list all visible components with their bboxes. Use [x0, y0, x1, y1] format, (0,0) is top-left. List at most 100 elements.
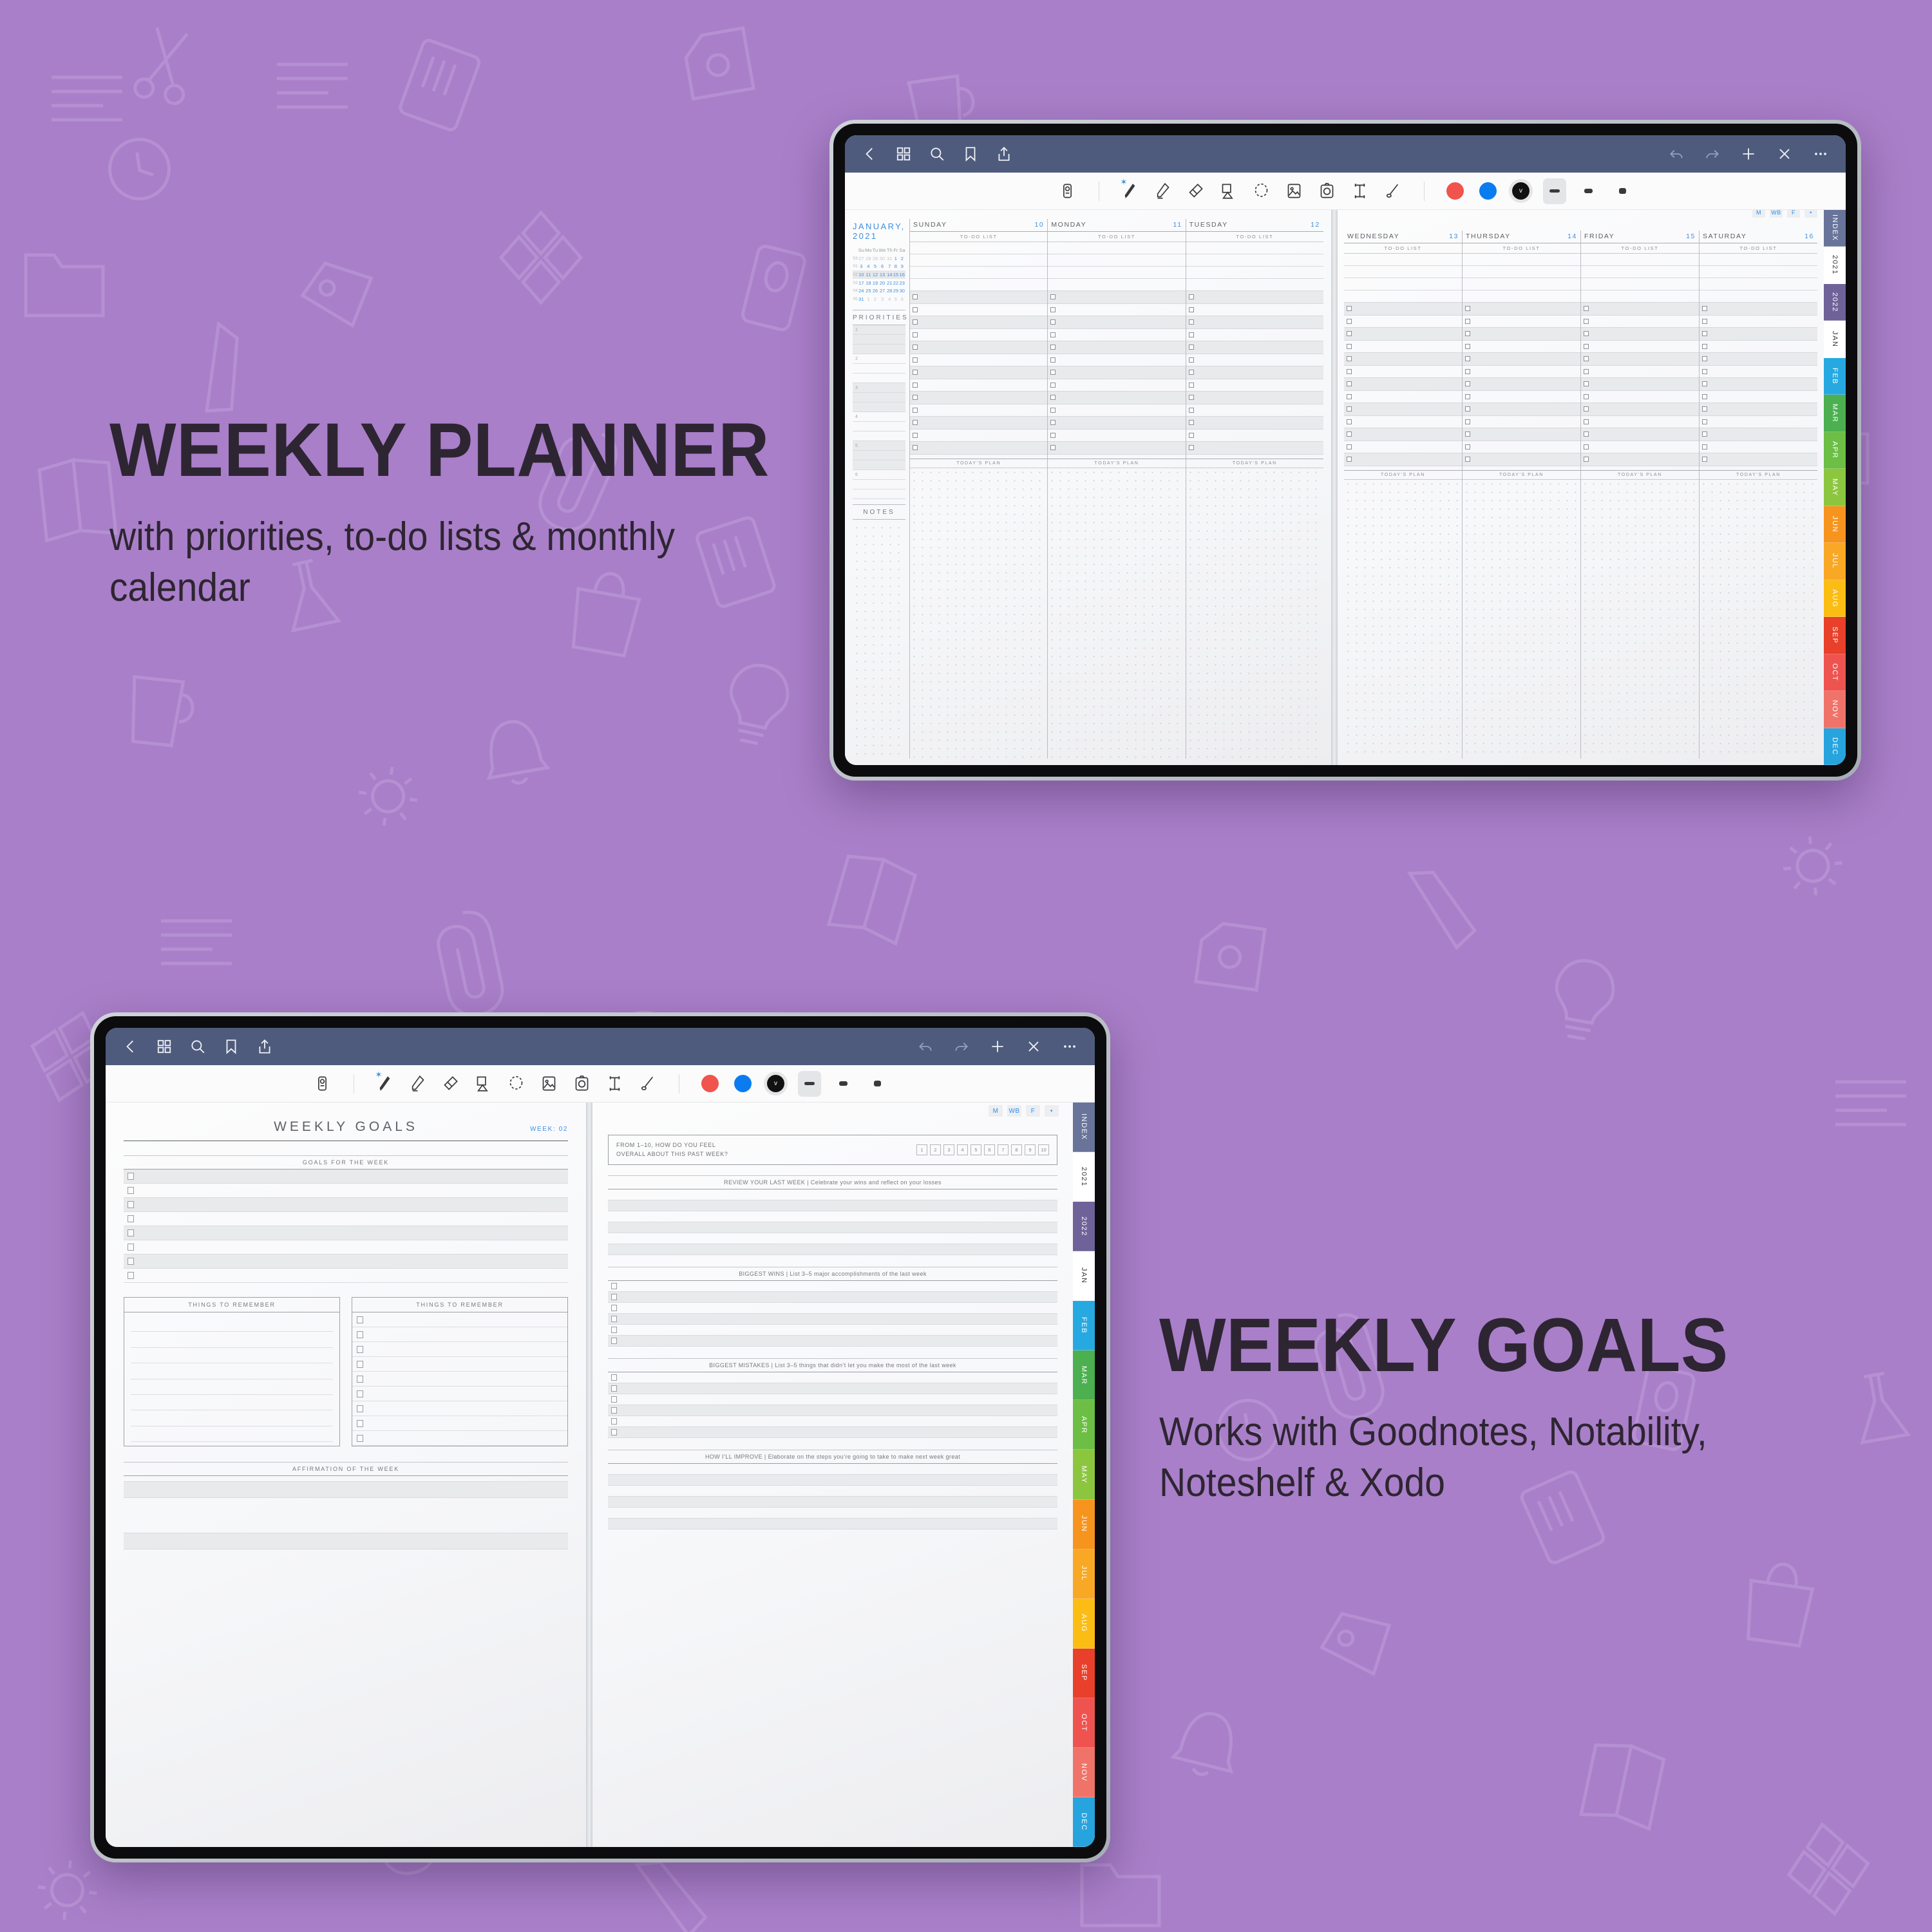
affirmation-row[interactable] — [124, 1507, 568, 1524]
checkbox-icon[interactable] — [1050, 382, 1056, 388]
todo-checkbox-row[interactable] — [1048, 316, 1186, 329]
priority-row-continued[interactable] — [853, 489, 905, 499]
checkbox-icon[interactable] — [1584, 444, 1589, 450]
shape-icon[interactable] — [473, 1071, 495, 1097]
back-icon[interactable] — [862, 146, 878, 162]
todo-checkbox-area[interactable] — [910, 291, 1048, 455]
calendar-day[interactable]: 4 — [864, 263, 872, 271]
checkbox-icon[interactable] — [611, 1327, 617, 1333]
todo-checkbox-area[interactable] — [1186, 291, 1323, 455]
checkbox-icon[interactable] — [1702, 356, 1707, 362]
calendar-day[interactable]: 13 — [878, 270, 887, 279]
todo-checkbox-row[interactable] — [910, 291, 1048, 304]
checkbox-icon[interactable] — [1050, 445, 1056, 451]
todo-line[interactable] — [1048, 267, 1186, 279]
checkbox-icon[interactable] — [1702, 306, 1707, 312]
todo-checkbox-row[interactable] — [1581, 441, 1699, 453]
checkbox-icon[interactable] — [611, 1429, 617, 1435]
todo-checkbox-row[interactable] — [1048, 354, 1186, 366]
calendar-day[interactable]: 20 — [878, 279, 887, 287]
todo-checkbox-row[interactable] — [1463, 378, 1580, 391]
todo-write-area[interactable] — [910, 242, 1048, 291]
width-thick-button[interactable] — [866, 1071, 889, 1097]
checkbox-icon[interactable] — [128, 1187, 134, 1194]
priority-row-continued[interactable] — [853, 344, 905, 354]
todo-checkbox-row[interactable] — [1581, 303, 1699, 316]
remember-line[interactable] — [131, 1379, 333, 1395]
todo-checkbox-row[interactable] — [1048, 366, 1186, 379]
calendar-day[interactable]: 3 — [858, 263, 864, 271]
checkbox-icon[interactable] — [1465, 343, 1470, 349]
camera-icon[interactable] — [571, 1071, 593, 1097]
month-tab-jan[interactable]: JAN — [1824, 321, 1846, 358]
todo-line[interactable] — [910, 242, 1048, 254]
checkbox-icon[interactable] — [1188, 445, 1194, 451]
remember-checkbox-row[interactable] — [352, 1416, 567, 1431]
mistakes-checkbox-row[interactable] — [608, 1383, 1057, 1394]
month-tab-2021[interactable]: 2021 — [1073, 1152, 1095, 1202]
month-tab-index[interactable]: INDEX — [1073, 1103, 1095, 1153]
todo-checkbox-area[interactable] — [1463, 303, 1580, 466]
mood-score-5[interactable]: 5 — [971, 1144, 981, 1155]
wins-checkbox-row[interactable] — [608, 1292, 1057, 1303]
remember-line[interactable] — [131, 1410, 333, 1426]
calendar-day[interactable]: 15 — [893, 270, 899, 279]
redo-icon[interactable] — [1704, 146, 1721, 162]
checkbox-icon[interactable] — [913, 395, 918, 401]
affirmation-row[interactable] — [124, 1481, 568, 1498]
width-thick-button[interactable] — [1611, 178, 1634, 204]
calendar-day[interactable]: 25 — [864, 287, 872, 295]
calendar-day[interactable]: 18 — [864, 279, 872, 287]
thumbnails-icon[interactable] — [156, 1038, 173, 1055]
calendar-day[interactable]: 27 — [878, 287, 887, 295]
image-icon[interactable] — [1283, 178, 1305, 204]
camera-icon[interactable] — [1316, 178, 1338, 204]
todays-plan-dot-grid[interactable] — [1700, 479, 1817, 759]
checkbox-icon[interactable] — [1347, 406, 1352, 412]
month-tab-apr[interactable]: APR — [1824, 431, 1846, 469]
remember-checkbox-row[interactable] — [352, 1312, 567, 1327]
todays-plan-dot-grid[interactable] — [1344, 479, 1462, 759]
calendar-day[interactable]: 22 — [893, 279, 898, 287]
wins-checkbox-row[interactable] — [608, 1325, 1057, 1336]
remember-checkbox-row[interactable] — [352, 1372, 567, 1387]
quick-access-f-button[interactable]: F — [1026, 1105, 1040, 1117]
remember-checkbox-row[interactable] — [352, 1342, 567, 1357]
calendar-day[interactable]: 29 — [893, 287, 898, 295]
todo-line[interactable] — [910, 254, 1048, 267]
calendar-day[interactable]: 26 — [872, 287, 878, 295]
search-icon[interactable] — [189, 1038, 206, 1055]
checkbox-icon[interactable] — [1702, 331, 1707, 337]
text-box-icon[interactable] — [604, 1071, 626, 1097]
checkbox-icon[interactable] — [1465, 356, 1470, 362]
bookmark-icon[interactable] — [223, 1038, 240, 1055]
todo-checkbox-row[interactable] — [1700, 378, 1817, 391]
todo-checkbox-row[interactable] — [1463, 453, 1580, 466]
todo-checkbox-row[interactable] — [1581, 416, 1699, 428]
things-to-remember-checkbox-box[interactable]: THINGS TO REMEMBER — [352, 1297, 568, 1446]
month-tab-nov[interactable]: NOV — [1824, 691, 1846, 728]
remember-line[interactable] — [131, 1332, 333, 1348]
todo-checkbox-row[interactable] — [1344, 428, 1462, 441]
mood-score-6[interactable]: 6 — [984, 1144, 995, 1155]
checkbox-icon[interactable] — [128, 1173, 134, 1180]
goal-row[interactable] — [124, 1170, 568, 1184]
calendar-day[interactable]: 30 — [899, 287, 905, 295]
highlighter-icon[interactable] — [1152, 178, 1174, 204]
month-tab-jul[interactable]: JUL — [1073, 1549, 1095, 1599]
checkbox-icon[interactable] — [1347, 457, 1352, 462]
back-icon[interactable] — [122, 1038, 139, 1055]
calendar-day[interactable]: 17 — [858, 279, 864, 287]
checkbox-icon[interactable] — [1702, 343, 1707, 349]
remember-checkbox-row[interactable] — [352, 1387, 567, 1401]
todo-line[interactable] — [1048, 279, 1186, 291]
black-swatch[interactable]: v — [765, 1071, 787, 1097]
todo-checkbox-row[interactable] — [1463, 341, 1580, 353]
review-line[interactable] — [608, 1200, 1057, 1211]
todo-checkbox-row[interactable] — [1700, 341, 1817, 353]
checkbox-icon[interactable] — [913, 432, 918, 438]
checkbox-icon[interactable] — [1702, 457, 1707, 462]
black-swatch[interactable]: v — [1510, 178, 1532, 204]
checkbox-icon[interactable] — [128, 1272, 134, 1279]
checkbox-icon[interactable] — [357, 1316, 363, 1323]
